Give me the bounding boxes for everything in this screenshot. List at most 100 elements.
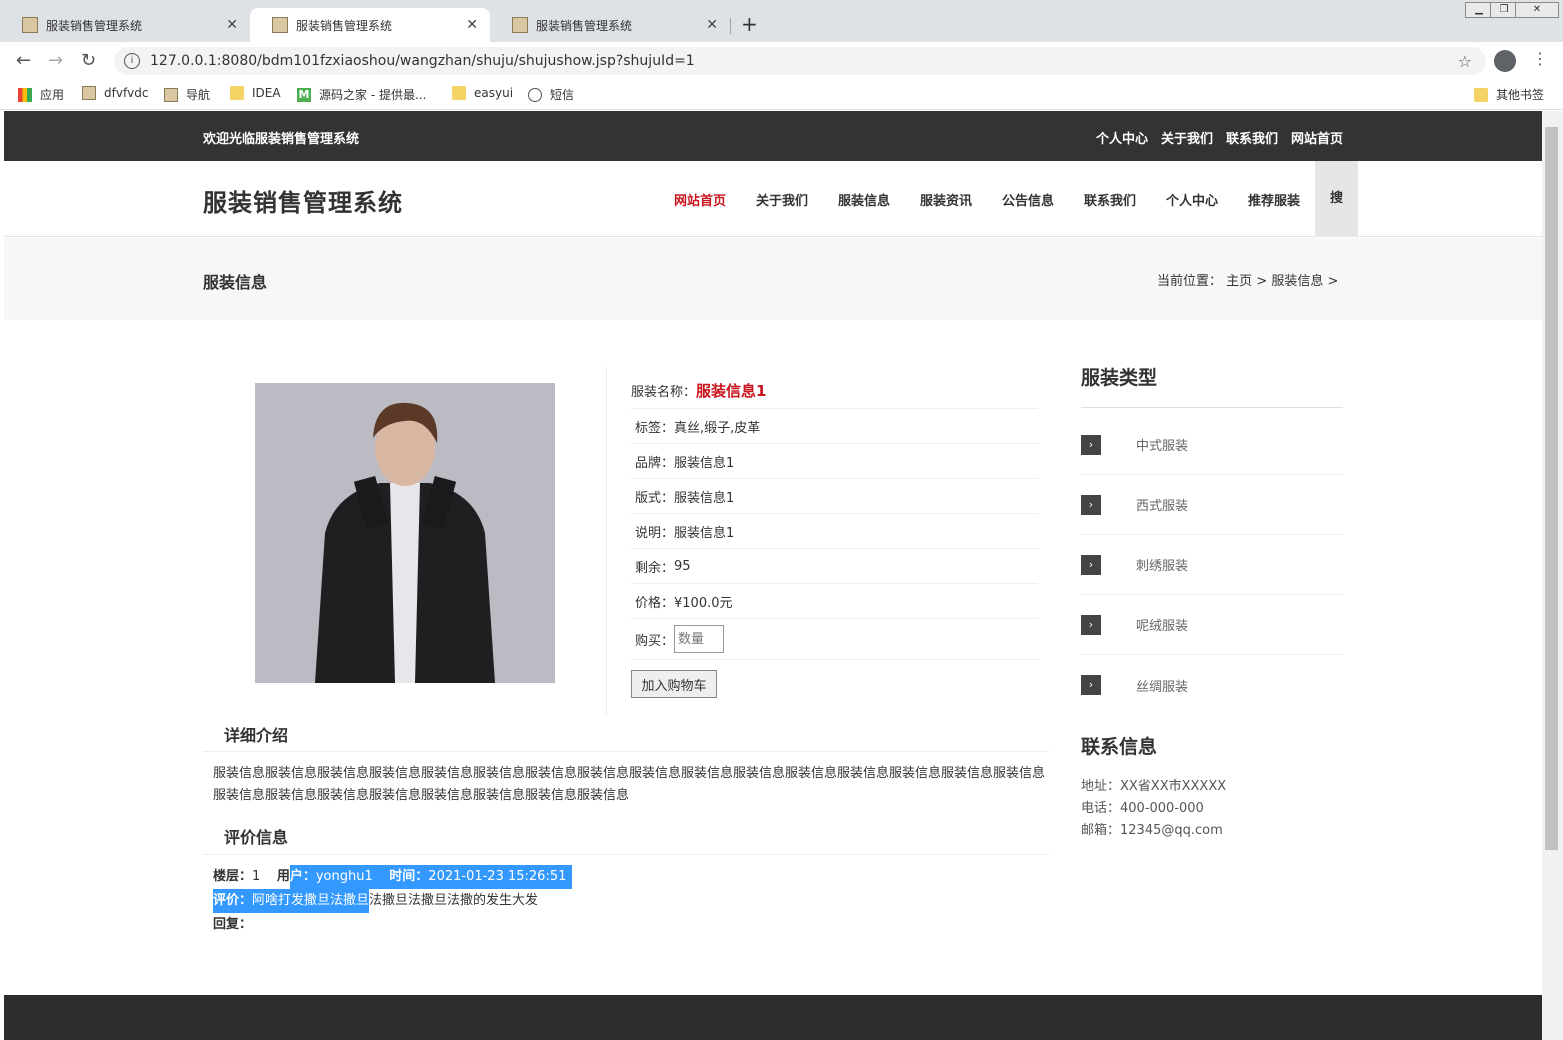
new-tab-button[interactable]: + [741,12,758,36]
nav-about[interactable]: 关于我们 [756,190,808,209]
product-stock-row: 剩余： 95 [631,549,1038,584]
tab-title: 服装销售管理系统 [296,18,393,33]
star-icon[interactable]: ☆ [1458,52,1472,71]
chevron-right-icon: › [1081,434,1101,455]
product-image [255,383,555,683]
m-logo-icon: M [297,87,311,102]
forward-icon[interactable]: → [48,50,63,71]
quantity-input[interactable] [674,625,725,653]
breadcrumb: 当前位置： 主页 > 服装信息 > [1157,274,1339,289]
back-icon[interactable]: ← [16,50,31,71]
bookmark-item[interactable]: 短信 [528,86,574,103]
category-item[interactable]: › 丝绸服装 [1081,655,1343,715]
favicon-icon [82,86,96,100]
site-footer [4,995,1542,1040]
breadcrumb-current[interactable]: 服装信息 [1271,274,1323,289]
address-bar-row: ← → ↻ i 127.0.0.1:8080/bdm101fzxiaoshou/… [0,42,1563,80]
detail-heading: 详细介绍 [224,726,289,745]
bookmarks-bar: 应用 dfvfvdc 导航 IDEA M 源码之家 - 提供最... easyu… [0,80,1563,110]
product-buy-row: 购买： [631,619,1038,660]
review-time: 2021-01-23 15:26:51 [428,869,567,884]
bookmark-item[interactable]: dfvfvdc [82,86,148,100]
browser-tab[interactable]: 服装销售管理系统 ✕ [0,8,250,42]
info-icon[interactable]: i [124,53,140,69]
bookmark-item[interactable]: 导航 [164,86,210,103]
breadcrumb-home[interactable]: 主页 [1226,274,1252,289]
bookmark-other[interactable]: 其他书签 [1474,86,1544,103]
category-item[interactable]: › 西式服装 [1081,475,1343,535]
chevron-right-icon: › [1081,614,1101,635]
top-link-home[interactable]: 网站首页 [1291,128,1343,147]
add-to-cart-button[interactable]: 加入购物车 [631,670,717,698]
favicon-icon [272,17,288,33]
bookmark-item[interactable]: IDEA [230,86,281,100]
menu-dots-icon[interactable]: ⋮ [1532,49,1548,68]
chevron-right-icon: › [1081,494,1101,515]
top-link-profile[interactable]: 个人中心 [1096,128,1148,147]
browser-tab-bar: 服装销售管理系统 ✕ 服装销售管理系统 ✕ 服装销售管理系统 ✕ + ▁ ❐ ✕ [0,0,1563,42]
window-close-icon[interactable]: ✕ [1515,2,1559,18]
apps-grid-icon [18,87,32,102]
nav-news[interactable]: 服装资讯 [920,190,972,209]
scrollbar-thumb[interactable] [1545,127,1558,850]
contact-heading: 联系信息 [1081,736,1158,758]
maximize-icon[interactable]: ❐ [1490,2,1518,18]
review-user: yonghu1 [315,869,373,884]
nav-clothing[interactable]: 服装信息 [838,190,890,209]
site-title: 服装销售管理系统 [203,189,403,217]
category-heading: 服装类型 [1081,367,1158,389]
review-reply-label: 回复： [213,917,253,932]
search-button[interactable]: 搜 [1315,161,1358,237]
favicon-icon [22,17,38,33]
chevron-right-icon: › [1081,675,1101,695]
top-strip: 欢迎光临服装销售管理系统 个人中心 关于我们 联系我们 网站首页 [4,111,1542,161]
profile-avatar-icon[interactable] [1494,50,1516,72]
category-item[interactable]: › 呢绒服装 [1081,595,1343,655]
product-brand-row: 品牌： 服装信息1 [631,444,1038,479]
close-icon[interactable]: ✕ [466,17,478,33]
nav-recommend[interactable]: 推荐服装 [1248,190,1300,209]
page-scrollbar[interactable] [1542,111,1563,1040]
product-desc-row: 说明： 服装信息1 [631,514,1038,549]
url-text: 127.0.0.1:8080/bdm101fzxiaoshou/wangzhan… [150,53,695,69]
product-name: 服装信息1 [696,381,767,400]
top-link-about[interactable]: 关于我们 [1161,128,1213,147]
folder-icon [230,86,244,100]
globe-icon [528,87,542,102]
nav-profile[interactable]: 个人中心 [1166,190,1218,209]
product-name-row: 服装名称： 服装信息1 [631,372,1038,409]
favicon-icon [164,87,178,102]
page-banner: 服装信息 当前位置： 主页 > 服装信息 > [4,238,1542,320]
web-page: 欢迎光临服装销售管理系统 个人中心 关于我们 联系我们 网站首页 服装销售管理系… [4,111,1542,1040]
folder-icon [1474,87,1488,102]
tab-title: 服装销售管理系统 [536,18,633,33]
product-price-row: 价格： ¥100.0元 [631,584,1038,619]
product-style-row: 版式： 服装信息1 [631,479,1038,514]
minimize-icon[interactable]: ▁ [1465,2,1493,18]
browser-tab-active[interactable]: 服装销售管理系统 ✕ [250,8,490,42]
folder-icon [452,86,466,100]
detail-text: 服装信息服装信息服装信息服装信息服装信息服装信息服装信息服装信息服装信息服装信息… [213,766,1046,803]
category-item[interactable]: › 中式服装 [1081,415,1343,475]
top-link-contact[interactable]: 联系我们 [1226,128,1278,147]
close-icon[interactable]: ✕ [706,17,718,33]
bookmark-apps[interactable]: 应用 [18,86,64,103]
welcome-text: 欢迎光临服装销售管理系统 [203,132,360,147]
site-header: 服装销售管理系统 网站首页 关于我们 服装信息 服装资讯 公告信息 联系我们 个… [4,161,1542,237]
tab-title: 服装销售管理系统 [46,18,143,33]
nav-notice[interactable]: 公告信息 [1002,190,1054,209]
url-input[interactable]: i 127.0.0.1:8080/bdm101fzxiaoshou/wangzh… [114,47,1486,75]
reload-icon[interactable]: ↻ [81,50,96,71]
nav-contact[interactable]: 联系我们 [1084,190,1136,209]
browser-tab[interactable]: 服装销售管理系统 ✕ [490,8,730,42]
close-icon[interactable]: ✕ [226,17,238,33]
bookmark-item[interactable]: easyui [452,86,513,100]
product-tags-row: 标签： 真丝,缎子,皮革 [631,409,1038,444]
category-item[interactable]: › 刺绣服装 [1081,535,1343,595]
contact-info: 地址：XX省XX市XXXXX 电话：400-000-000 邮箱：12345@q… [1081,779,1227,838]
page-title: 服装信息 [203,273,268,292]
favicon-icon [512,17,528,33]
nav-home[interactable]: 网站首页 [674,190,726,209]
reviews-heading: 评价信息 [224,828,289,847]
bookmark-item[interactable]: M 源码之家 - 提供最... [297,86,426,103]
